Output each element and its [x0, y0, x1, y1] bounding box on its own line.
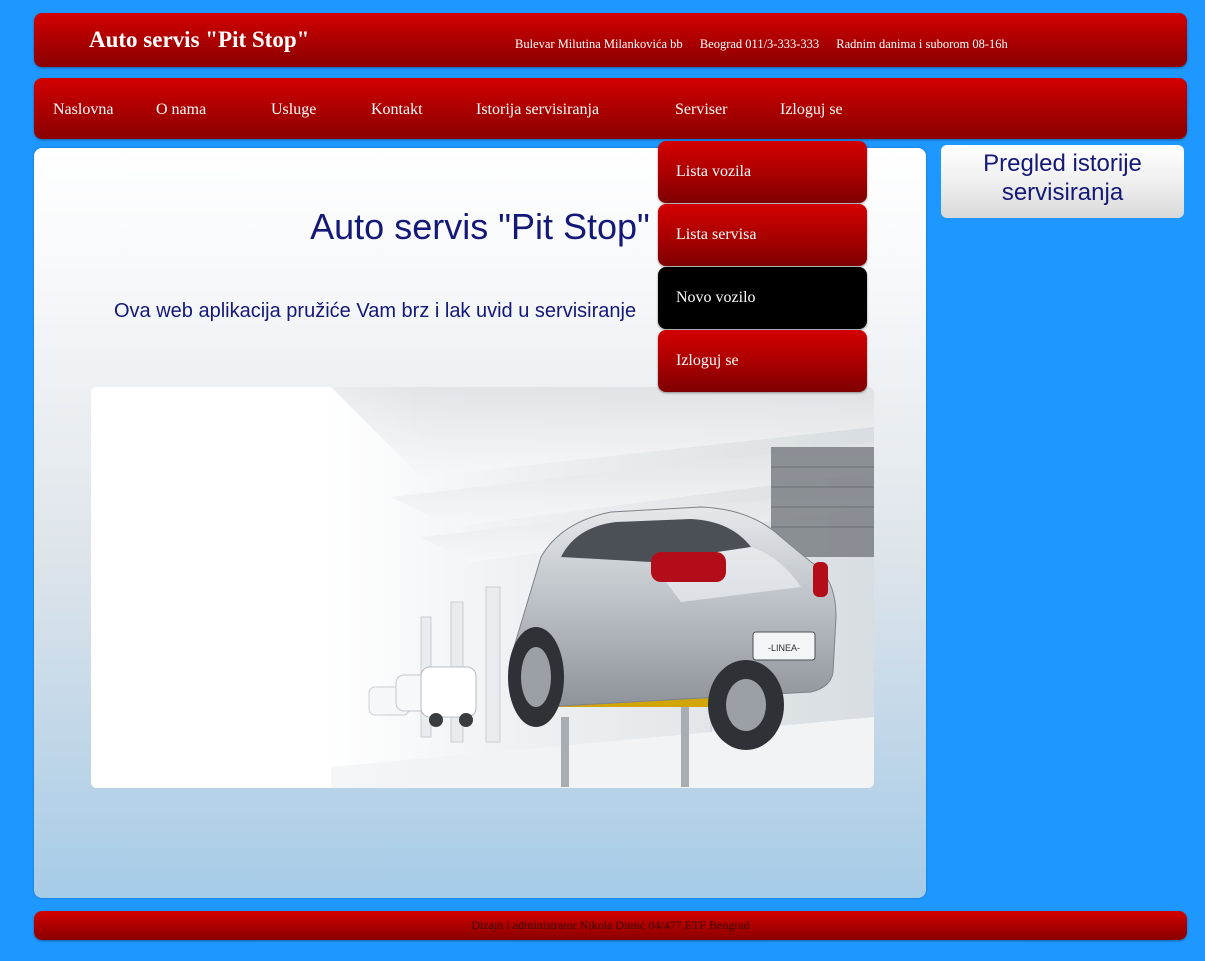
nav-item-naslovna[interactable]: Naslovna [53, 101, 113, 119]
nav-item-o-nama[interactable]: O nama [156, 101, 206, 119]
header-bar: Auto servis "Pit Stop" Bulevar Milutina … [34, 13, 1187, 67]
side-box-line1: Pregled istorije [983, 150, 1142, 177]
dropdown-item-lista-servisa[interactable]: Lista servisa [658, 204, 867, 266]
header-hours: Radnim danima i suborom 08-16h [836, 37, 1008, 51]
header-phone: Beograd 011/3-333-333 [699, 37, 820, 51]
footer-bar: Dizajn i administrator Nikola Dimić 04/4… [34, 911, 1187, 940]
site-title: Auto servis "Pit Stop" [89, 27, 310, 52]
svg-text:-LINEA-: -LINEA- [768, 643, 800, 653]
nav-bar: Naslovna O nama Usluge Kontakt Istorija … [34, 78, 1187, 139]
service-history-link-box[interactable]: Pregled istorije servisiranja [941, 145, 1184, 218]
nav-item-usluge[interactable]: Usluge [271, 101, 316, 119]
header-info: Bulevar Milutina Milankovića bb Beograd … [515, 37, 1022, 52]
dropdown-item-novo-vozilo[interactable]: Novo vozilo [658, 267, 867, 329]
dropdown-item-izloguj-se[interactable]: Izloguj se [658, 330, 867, 392]
nav-item-serviser[interactable]: Serviser [675, 101, 727, 119]
footer-text: Dizajn i administrator Nikola Dimić 04/4… [471, 918, 750, 932]
nav-item-istorija-servisiranja[interactable]: Istorija servisiranja [476, 101, 599, 119]
nav-item-kontakt[interactable]: Kontakt [371, 101, 423, 119]
nav-item-izloguj-se[interactable]: Izloguj se [780, 101, 843, 119]
intro-text: Ova web aplikacija pružiće Vam brz i lak… [114, 300, 637, 322]
header-address: Bulevar Milutina Milankovića bb [515, 37, 683, 51]
side-box-line2: servisiranja [1001, 179, 1124, 206]
dropdown-item-lista-vozila[interactable]: Lista vozila [658, 141, 867, 203]
car-service-image: -LINEA- [91, 387, 874, 788]
